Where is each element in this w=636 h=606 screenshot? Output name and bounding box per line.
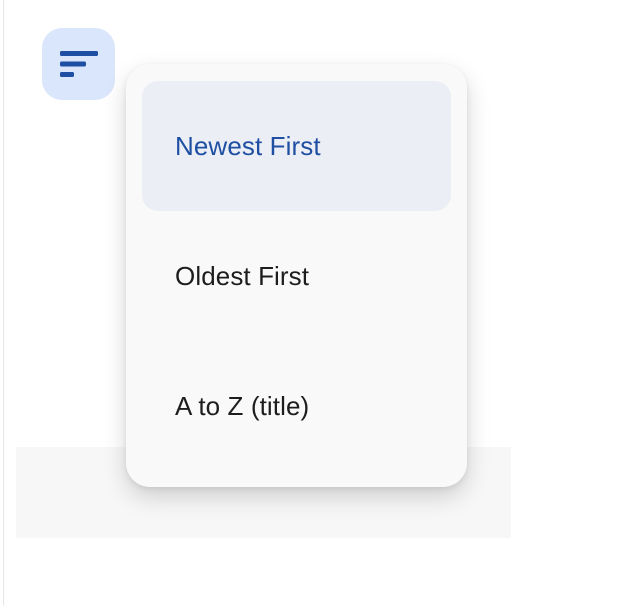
sort-option-a-to-z-title[interactable]: A to Z (title) (142, 341, 451, 471)
sort-option-label: Newest First (175, 130, 321, 161)
left-divider (3, 0, 4, 606)
app-screen: Newest First Oldest First A to Z (title) (0, 0, 636, 606)
sort-option-label: A to Z (title) (175, 390, 310, 421)
sort-menu: Newest First Oldest First A to Z (title) (126, 64, 467, 487)
sort-option-label: Oldest First (175, 260, 310, 291)
sort-option-oldest-first[interactable]: Oldest First (142, 211, 451, 341)
sort-icon (59, 51, 98, 77)
sort-button[interactable] (42, 28, 115, 100)
sort-option-newest-first[interactable]: Newest First (142, 81, 451, 211)
